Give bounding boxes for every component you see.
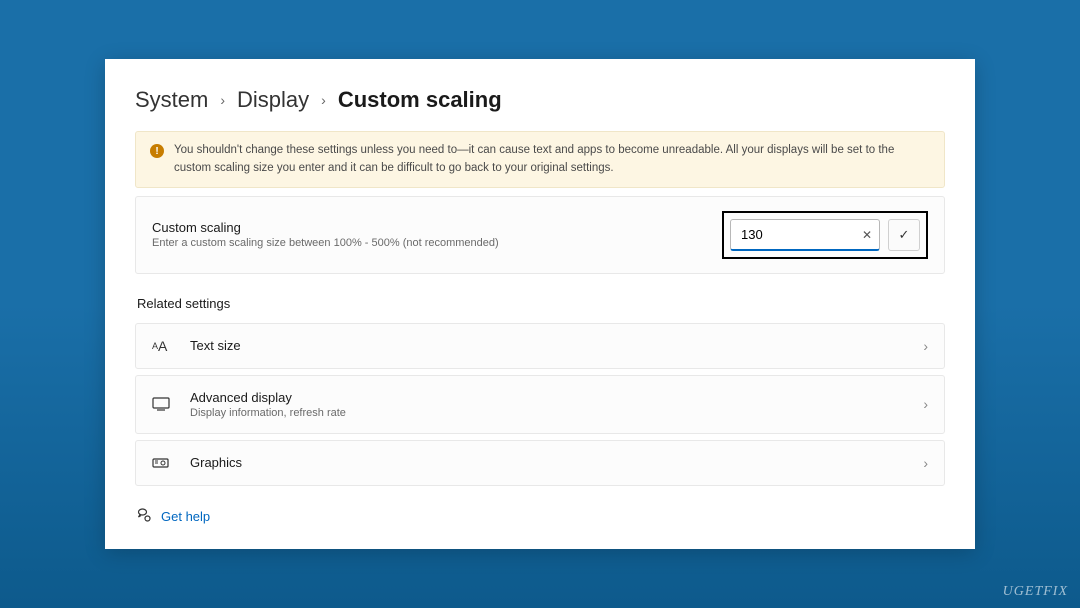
related-item-label: Advanced display	[190, 390, 923, 405]
warning-banner: ! You shouldn't change these settings un…	[135, 131, 945, 188]
chevron-right-icon: ›	[321, 92, 326, 108]
breadcrumb: System › Display › Custom scaling	[135, 87, 945, 113]
related-item-label: Graphics	[190, 455, 923, 470]
scaling-value-input[interactable]	[730, 219, 880, 251]
scaling-input-group: ✕ ✓	[722, 211, 928, 259]
warning-text: You shouldn't change these settings unle…	[174, 142, 930, 177]
related-item-graphics[interactable]: Graphics ›	[135, 440, 945, 486]
custom-scaling-title: Custom scaling	[152, 220, 722, 235]
check-icon: ✓	[899, 227, 910, 243]
chevron-right-icon: ›	[923, 455, 928, 471]
help-icon	[137, 508, 151, 525]
get-help-link[interactable]: Get help	[161, 509, 210, 524]
custom-scaling-card: Custom scaling Enter a custom scaling si…	[135, 196, 945, 274]
chevron-right-icon: ›	[923, 396, 928, 412]
chevron-right-icon: ›	[923, 338, 928, 354]
related-item-text-size[interactable]: AA Text size ›	[135, 323, 945, 369]
related-item-subtitle: Display information, refresh rate	[190, 407, 923, 419]
warning-icon: !	[150, 144, 164, 158]
clear-input-icon[interactable]: ✕	[862, 228, 872, 242]
text-size-icon: AA	[152, 338, 176, 354]
get-help-row: Get help	[137, 508, 945, 525]
custom-scaling-subtitle: Enter a custom scaling size between 100%…	[152, 237, 722, 249]
related-item-label: Text size	[190, 338, 923, 353]
chevron-right-icon: ›	[220, 92, 225, 108]
settings-window: System › Display › Custom scaling ! You …	[105, 59, 975, 549]
graphics-icon	[152, 457, 176, 469]
breadcrumb-current: Custom scaling	[338, 87, 502, 113]
breadcrumb-display[interactable]: Display	[237, 87, 309, 113]
apply-scaling-button[interactable]: ✓	[888, 219, 920, 251]
related-item-advanced-display[interactable]: Advanced display Display information, re…	[135, 375, 945, 434]
watermark: UGETFIX	[1003, 584, 1068, 600]
breadcrumb-system[interactable]: System	[135, 87, 208, 113]
display-icon	[152, 397, 176, 411]
related-settings-heading: Related settings	[137, 296, 945, 311]
